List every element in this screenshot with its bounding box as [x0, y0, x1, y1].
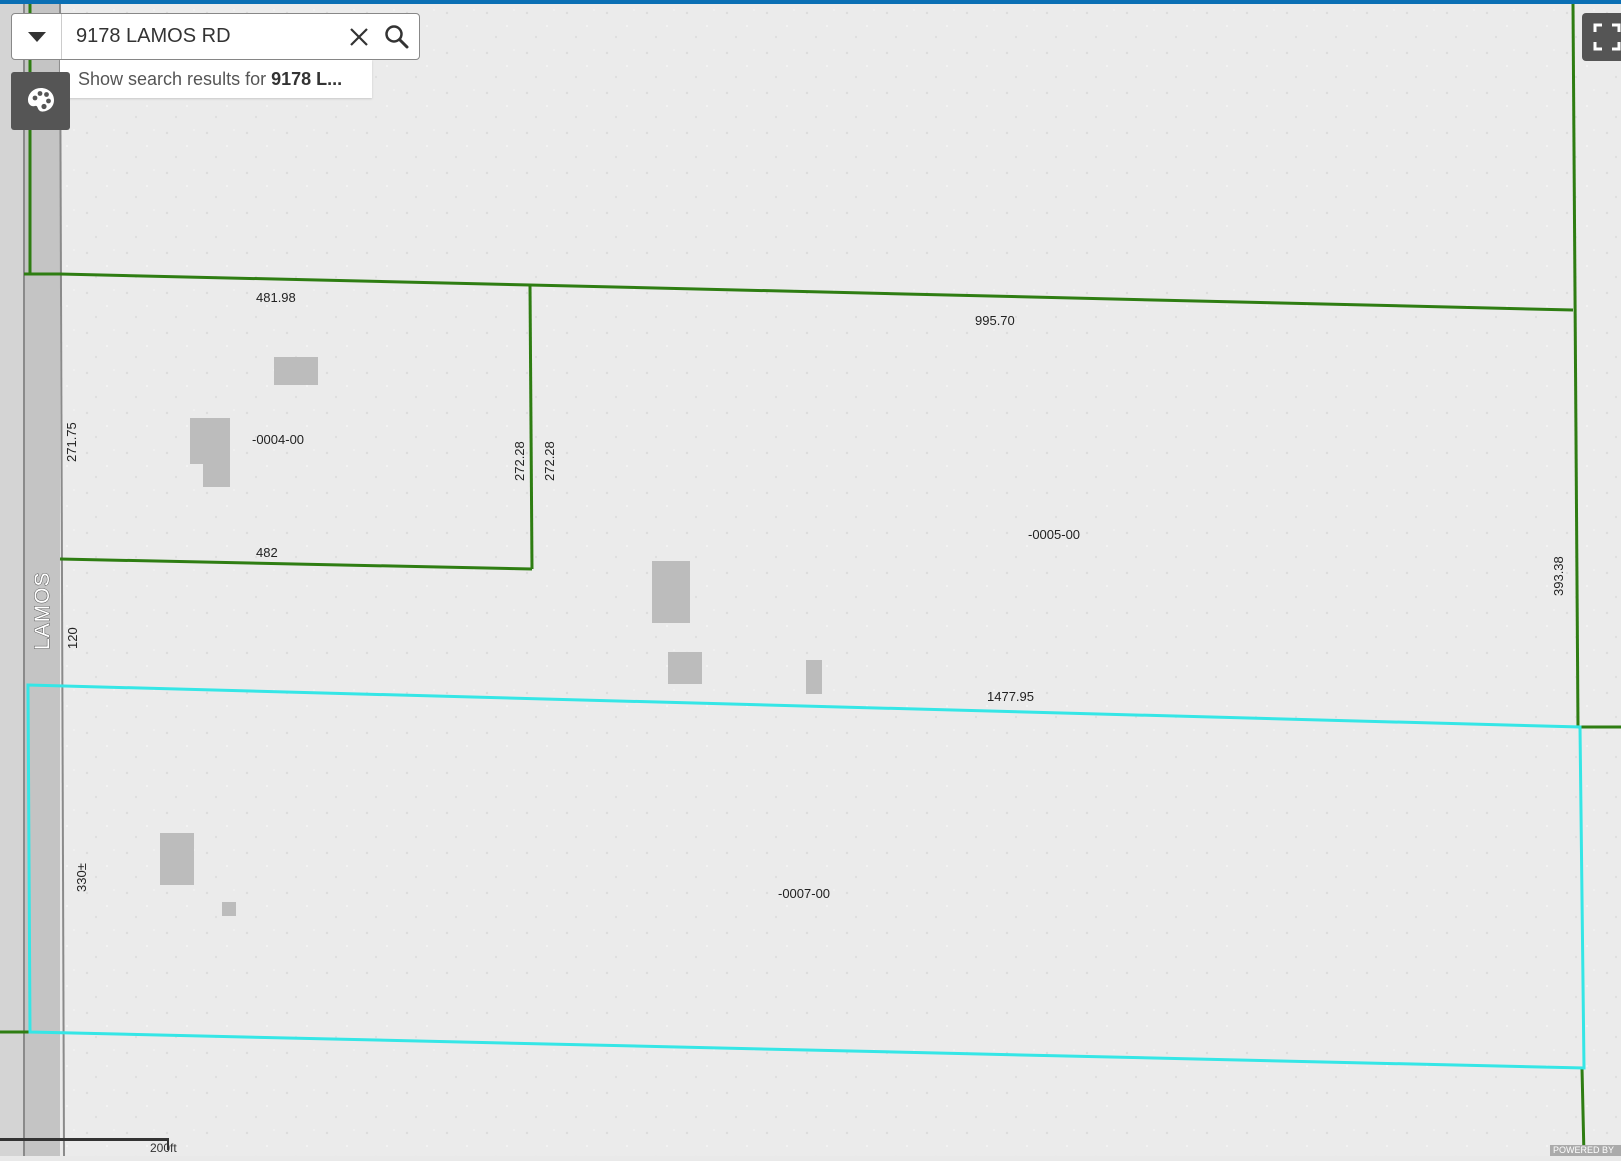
building: [222, 902, 236, 916]
close-icon: [350, 28, 368, 46]
parcel-line: [1580, 1067, 1586, 1156]
attribution-text[interactable]: POWERED BY: [1550, 1145, 1621, 1156]
dimension-label: 330±: [74, 863, 89, 892]
dimension-label: 120: [65, 627, 80, 649]
dimension-label: 995.70: [975, 313, 1015, 328]
building: [806, 660, 822, 694]
chevron-down-icon: [27, 31, 46, 42]
building: [160, 833, 194, 885]
search-source-dropdown[interactable]: [12, 14, 62, 59]
dimension-label: 1477.95: [987, 689, 1034, 704]
building: [652, 561, 690, 623]
road-shoulder: [0, 4, 26, 1156]
basemap-button[interactable]: [11, 72, 70, 130]
building: [203, 459, 230, 487]
parcel-line: [528, 284, 534, 570]
fullscreen-button[interactable]: [1582, 13, 1621, 61]
parcel-id-label[interactable]: -0004-00: [252, 432, 304, 447]
parcel-id-label[interactable]: -0005-00: [1028, 527, 1080, 542]
suggestion-prefix: Show search results for: [78, 69, 272, 89]
building: [274, 357, 318, 385]
search-button[interactable]: [380, 20, 414, 54]
search-suggestion[interactable]: Show search results for 9178 L...: [60, 60, 372, 98]
map-canvas[interactable]: -0004-00 -0005-00 -0007-00 481.98 995.70…: [0, 4, 1621, 1156]
search-input[interactable]: [76, 14, 336, 59]
clear-search-button[interactable]: [342, 20, 376, 54]
parcel-id-label[interactable]: -0007-00: [778, 886, 830, 901]
road-name-label: LAMOS: [31, 571, 54, 650]
scale-bar-line: [0, 1138, 168, 1141]
building: [668, 652, 702, 684]
terrain-background: [0, 4, 1621, 1156]
search-widget: [11, 13, 420, 60]
search-icon: [385, 25, 409, 49]
scale-bar-label-large: 200ft: [150, 1141, 177, 1155]
dimension-label: 272.28: [512, 441, 527, 481]
dimension-label: 272.28: [542, 441, 557, 481]
map-view[interactable]: -0004-00 -0005-00 -0007-00 481.98 995.70…: [0, 4, 1621, 1156]
fullscreen-icon: [1593, 23, 1621, 51]
building: [190, 418, 230, 464]
dimension-label: 393.38: [1551, 556, 1566, 596]
palette-icon: [27, 88, 54, 112]
dimension-label: 482: [256, 545, 278, 560]
scale-bar: 0ft 200ft: [0, 1119, 200, 1156]
suggestion-term: 9178 L...: [271, 69, 343, 89]
dimension-label: 271.75: [64, 422, 79, 462]
dimension-label: 481.98: [256, 290, 296, 305]
